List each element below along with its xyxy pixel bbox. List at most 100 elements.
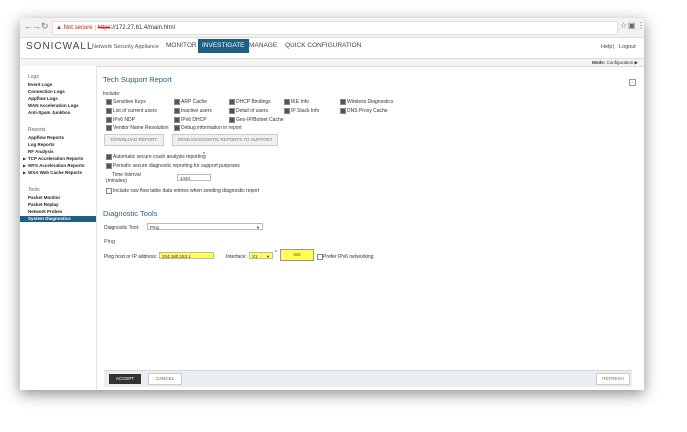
checkbox-auto-crash-reporting[interactable]: [106, 154, 112, 160]
option-label: IPv6 DHCP: [181, 117, 207, 123]
checkbox-ipv6-ndp[interactable]: [106, 117, 112, 123]
forward-icon[interactable]: →: [32, 21, 41, 31]
checkbox-sensitive-keys[interactable]: [106, 99, 112, 105]
time-interval-unit: (minutes): [106, 178, 127, 184]
chevron-down-icon: ▼: [266, 254, 270, 259]
app-name: Network Security Appliance: [92, 44, 159, 50]
go-button[interactable]: GO: [280, 249, 314, 261]
url-protocol: https: [97, 25, 111, 31]
ping-host-label: Ping host or IP address:: [104, 254, 158, 260]
checkbox-wireless-diagnostics[interactable]: [340, 99, 346, 105]
expand-arrow-icon[interactable]: ▶: [23, 163, 26, 168]
sidebar-item-appflow-reports[interactable]: Appflow Reports: [28, 135, 64, 140]
sidebar-tools-heading: Tools: [28, 187, 40, 193]
sidebar-item-tcp-acceleration-reports[interactable]: TCP Acceleration Reports: [28, 156, 83, 161]
ping-section-label: Ping: [104, 239, 116, 245]
checkbox-ip-stack-info[interactable]: [284, 108, 290, 114]
help-link[interactable]: Help: [601, 44, 612, 50]
tech-support-title: Tech Support Report: [103, 75, 172, 84]
checkbox-geo-ip-botnet-cache[interactable]: [229, 117, 235, 123]
mode-label: Mode:: [592, 60, 606, 65]
header-separator: |: [613, 44, 615, 50]
browser-window: ← → ↻ ▲ Not secure | https://172.27.61.4…: [20, 18, 645, 390]
checkbox-dhcp-bindings[interactable]: [229, 99, 235, 105]
ping-host-input[interactable]: 204.180.153.1: [159, 252, 214, 259]
sidebar: Logs Event Logs Connection Logs Appflow …: [20, 66, 97, 390]
sidebar-item-packet-monitor[interactable]: Packet Monitor: [28, 195, 60, 200]
mode-bar: Mode: Configuration ▶: [20, 59, 644, 67]
expand-arrow-icon[interactable]: ▶: [23, 170, 26, 175]
not-secure-label: Not secure: [63, 25, 93, 31]
checkbox-debug-information[interactable]: [174, 125, 180, 131]
sidebar-item-network-probes[interactable]: Network Probes: [28, 209, 62, 214]
expand-arrow-icon[interactable]: ▶: [23, 156, 26, 161]
logout-link[interactable]: Logout: [619, 44, 636, 50]
refresh-button[interactable]: REFRESH: [596, 373, 630, 385]
browser-toolbar: ← → ↻ ▲ Not secure | https://172.27.61.4…: [20, 18, 645, 38]
collapse-icon[interactable]: −: [629, 79, 636, 86]
checkbox-arp-cache[interactable]: [174, 99, 180, 105]
mode-indicator[interactable]: Mode: Configuration ▶: [592, 59, 638, 66]
sonicwall-logo: SONICWALL: [26, 41, 94, 52]
interface-select[interactable]: X1 ▼: [249, 252, 273, 259]
app-header: SONICWALL Network Security Appliance MON…: [20, 38, 644, 59]
sidebar-item-log-reports[interactable]: Log Reports: [28, 142, 55, 147]
option-label: Sensitive Keys: [113, 99, 146, 105]
sidebar-item-packet-replay[interactable]: Packet Replay: [28, 202, 59, 207]
url-text: ://172.27.61.4/main.html: [110, 25, 175, 31]
checkbox-detail-of-users[interactable]: [229, 108, 235, 114]
reload-icon[interactable]: ↻: [41, 21, 49, 32]
sidebar-logs-heading: Logs: [28, 74, 39, 80]
sidebar-item-wfs-acceleration-reports[interactable]: WFS Acceleration Reports: [28, 163, 84, 168]
option-label: Detail of users: [236, 108, 268, 114]
checkbox-include-raw-flow[interactable]: [106, 188, 112, 194]
sidebar-item-anti-spam-junkbox[interactable]: Anti-Spam Junkbox: [28, 110, 70, 115]
star-icon[interactable]: ☆: [620, 21, 627, 30]
sidebar-item-rf-analysis[interactable]: RF Analysis: [28, 149, 54, 154]
option-label: IKE Info: [291, 99, 309, 105]
include-label: Include:: [103, 91, 121, 97]
checkbox-ike-info[interactable]: [284, 99, 290, 105]
sidebar-item-event-logs[interactable]: Event Logs: [28, 82, 52, 87]
cancel-button[interactable]: CANCEL: [148, 373, 182, 385]
nav-quick-configuration[interactable]: QUICK CONFIGURATION: [281, 39, 365, 53]
option-label: Vendor Name Resolution: [113, 125, 169, 131]
sidebar-item-wan-acceleration-logs[interactable]: WAN Acceleration Logs: [28, 103, 79, 108]
chevron-down-icon: ▼: [256, 225, 260, 230]
checkbox-periodic-reporting[interactable]: [106, 163, 112, 169]
checkbox-dns-proxy-cache[interactable]: [340, 108, 346, 114]
sidebar-item-system-diagnostics[interactable]: System Diagnostics: [28, 216, 71, 221]
diagnostic-tool-select[interactable]: Ping ▼: [147, 223, 263, 230]
nav-investigate[interactable]: INVESTIGATE: [198, 39, 249, 53]
option-label: ARP Cache: [181, 99, 208, 105]
option-label: IP Stack Info: [291, 108, 320, 114]
checkbox-list-of-current-users[interactable]: [106, 108, 112, 114]
address-bar[interactable]: ▲ Not secure | https://172.27.61.4/main.…: [52, 21, 618, 35]
extension-icon[interactable]: ▣: [628, 21, 636, 30]
footer-bar: ACCEPT CANCEL REFRESH: [104, 370, 632, 387]
interface-value: X1: [252, 254, 258, 259]
send-diagnostic-reports-button[interactable]: SEND DIAGNOSTIC REPORTS TO SUPPORT: [172, 134, 278, 146]
sidebar-item-wxa-web-cache-reports[interactable]: WXA Web Cache Reports: [28, 170, 82, 175]
diagnostic-tool-value: Ping: [150, 225, 160, 230]
interface-asterisk: *: [275, 250, 277, 256]
accept-button[interactable]: ACCEPT: [109, 374, 141, 384]
menu-icon[interactable]: ⋮: [637, 21, 645, 30]
interface-label: Interface:: [226, 254, 247, 260]
sidebar-item-connection-logs[interactable]: Connection Logs: [28, 89, 65, 94]
raw-flow-label: Include raw flow table data entries when…: [113, 188, 260, 194]
checkbox-ipv6-dhcp[interactable]: [174, 117, 180, 123]
warning-icon: ▲: [56, 25, 62, 31]
option-label: Inactive users: [181, 108, 212, 114]
sidebar-item-appflow-logs[interactable]: Appflow Logs: [28, 96, 58, 101]
nav-monitor[interactable]: MONITOR: [162, 39, 201, 53]
periodic-label: Periodic secure diagnostic reporting for…: [113, 163, 240, 169]
checkbox-vendor-name-resolution[interactable]: [106, 125, 112, 131]
option-label: DHCP Bindings: [236, 99, 271, 105]
required-asterisk: *: [203, 152, 205, 158]
option-label: List of current users: [113, 108, 157, 114]
time-interval-input[interactable]: 1440: [177, 174, 211, 181]
nav-manage[interactable]: MANAGE: [245, 39, 281, 53]
checkbox-inactive-users[interactable]: [174, 108, 180, 114]
download-report-button[interactable]: DOWNLOAD REPORT: [104, 134, 164, 146]
